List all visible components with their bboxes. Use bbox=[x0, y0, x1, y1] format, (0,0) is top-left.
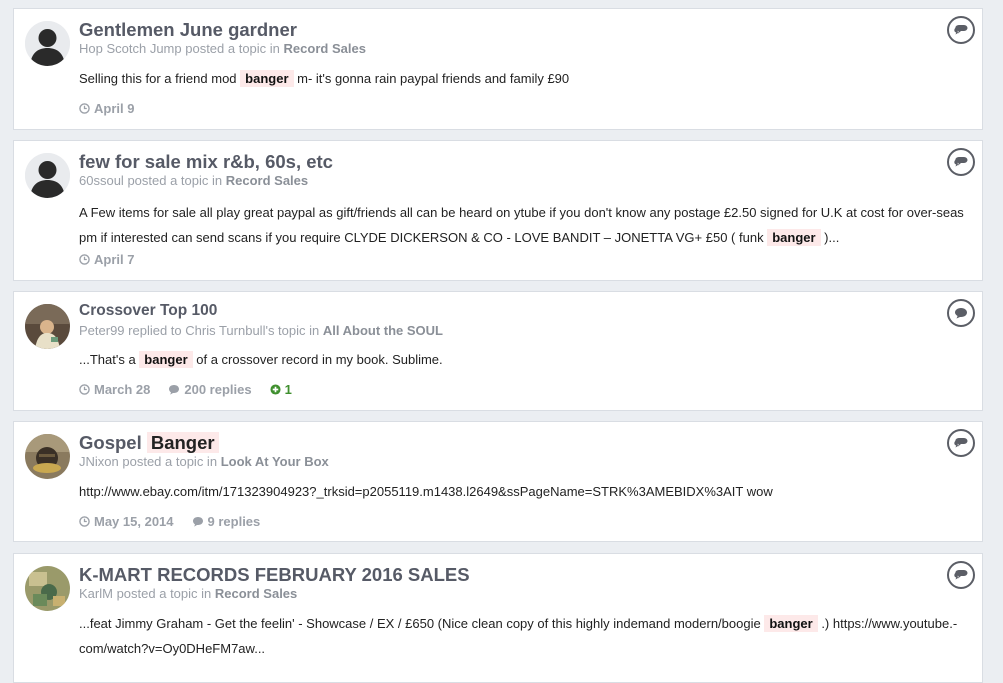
chat-bubble-icon bbox=[954, 569, 968, 581]
chat-bubble-icon bbox=[954, 437, 968, 449]
search-highlight: banger bbox=[139, 351, 193, 368]
avatar[interactable] bbox=[25, 21, 70, 66]
clock-icon bbox=[79, 254, 90, 265]
post-meta: Peter99 replied to Chris Turnbull's topi… bbox=[79, 323, 443, 338]
search-highlight: banger bbox=[767, 229, 821, 246]
comment-icon bbox=[192, 516, 204, 527]
clock-icon bbox=[79, 103, 90, 114]
chat-bubble-icon bbox=[954, 307, 968, 319]
post-snippet: ...That's a banger of a crossover record… bbox=[79, 351, 443, 368]
forum-link[interactable]: Record Sales bbox=[215, 586, 297, 601]
topic-title-link[interactable]: Crossover Top 100 bbox=[79, 302, 217, 320]
post-meta: KarlM posted a topic in Record Sales bbox=[79, 586, 298, 601]
author-link[interactable]: Peter99 bbox=[79, 323, 125, 338]
post-stats: March 28 200 replies 1 bbox=[79, 382, 292, 397]
post-snippet: Selling this for a friend mod banger m- … bbox=[79, 70, 570, 87]
avatar[interactable] bbox=[25, 566, 70, 611]
result-card: Crossover Top 100 Peter99 replied to Chr… bbox=[13, 291, 983, 411]
topic-title-link[interactable]: Gentlemen June gardner bbox=[79, 19, 297, 41]
avatar[interactable] bbox=[25, 304, 70, 349]
topic-type-button[interactable] bbox=[947, 16, 975, 44]
post-date: April 7 bbox=[79, 252, 134, 267]
topic-type-button[interactable] bbox=[947, 299, 975, 327]
forum-link[interactable]: Record Sales bbox=[226, 173, 308, 188]
forum-link[interactable]: Record Sales bbox=[284, 41, 366, 56]
post-snippet: A Few items for sale all play great payp… bbox=[79, 205, 964, 246]
topic-type-button[interactable] bbox=[947, 148, 975, 176]
post-stats: April 7 bbox=[79, 252, 134, 267]
topic-title-link[interactable]: K-MART RECORDS FEBRUARY 2016 SALES bbox=[79, 564, 470, 586]
forum-link[interactable]: All About the SOUL bbox=[323, 323, 443, 338]
topic-title-link[interactable]: few for sale mix r&b, 60s, etc bbox=[79, 151, 333, 173]
post-stats: April 9 bbox=[79, 101, 134, 116]
post-date: March 28 bbox=[79, 382, 150, 397]
avatar[interactable] bbox=[25, 434, 70, 479]
chat-bubble-icon bbox=[954, 156, 968, 168]
search-highlight: banger bbox=[240, 70, 294, 87]
author-link[interactable]: JNixon bbox=[79, 454, 119, 469]
reputation-count: 1 bbox=[270, 382, 292, 397]
result-card: Gospel Banger JNixon posted a topic in L… bbox=[13, 421, 983, 542]
avatar[interactable] bbox=[25, 153, 70, 198]
author-link[interactable]: 60ssoul bbox=[79, 173, 124, 188]
post-meta: Hop Scotch Jump posted a topic in Record… bbox=[79, 41, 366, 56]
topic-type-button[interactable] bbox=[947, 429, 975, 457]
clock-icon bbox=[79, 384, 90, 395]
chat-bubble-icon bbox=[954, 24, 968, 36]
search-highlight: Banger bbox=[146, 432, 219, 453]
topic-type-button[interactable] bbox=[947, 561, 975, 589]
forum-link[interactable]: Look At Your Box bbox=[221, 454, 329, 469]
search-highlight: banger bbox=[764, 615, 818, 632]
post-stats: May 15, 2014 9 replies bbox=[79, 514, 260, 529]
comment-icon bbox=[168, 384, 180, 395]
author-link[interactable]: KarlM bbox=[79, 586, 113, 601]
result-card: Gentlemen June gardner Hop Scotch Jump p… bbox=[13, 8, 983, 130]
author-link[interactable]: Hop Scotch Jump bbox=[79, 41, 182, 56]
result-card: few for sale mix r&b, 60s, etc 60ssoul p… bbox=[13, 140, 983, 281]
topic-title-link[interactable]: Gospel Banger bbox=[79, 432, 219, 454]
post-meta: 60ssoul posted a topic in Record Sales bbox=[79, 173, 309, 188]
reply-count[interactable]: 200 replies bbox=[168, 382, 252, 397]
reply-count[interactable]: 9 replies bbox=[192, 514, 260, 529]
post-date: April 9 bbox=[79, 101, 134, 116]
plus-circle-icon bbox=[270, 384, 281, 395]
clock-icon bbox=[79, 516, 90, 527]
post-snippet: ...feat Jimmy Graham - Get the feelin' -… bbox=[79, 615, 958, 656]
post-date: May 15, 2014 bbox=[79, 514, 174, 529]
post-meta: JNixon posted a topic in Look At Your Bo… bbox=[79, 454, 329, 469]
post-snippet: http://www.ebay.com/itm/171323904923?_tr… bbox=[79, 484, 773, 499]
search-results-list: Gentlemen June gardner Hop Scotch Jump p… bbox=[0, 0, 1003, 683]
